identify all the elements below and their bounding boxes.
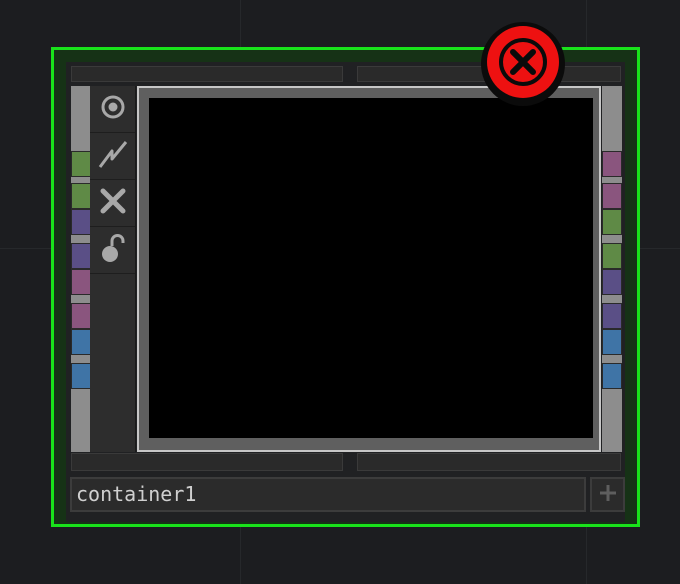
bottom-connector-bar [71, 453, 343, 471]
node-viewer[interactable] [149, 98, 593, 438]
bottom-connector-bar [357, 453, 621, 471]
bypass-button[interactable] [90, 133, 135, 180]
lock-button[interactable] [90, 227, 135, 274]
error-x-icon [485, 24, 561, 104]
input-connector[interactable] [71, 183, 91, 209]
lock-icon [100, 233, 126, 267]
node-body: container1 [66, 62, 625, 522]
input-connector[interactable] [71, 243, 91, 269]
output-connector[interactable] [602, 243, 622, 269]
container-node[interactable]: container1 [51, 47, 640, 527]
input-connector[interactable] [71, 303, 91, 329]
output-connector[interactable] [602, 329, 622, 355]
output-connector[interactable] [602, 183, 622, 209]
node-toolbar [90, 86, 136, 452]
add-button[interactable] [590, 477, 625, 512]
viewer-frame [137, 86, 601, 452]
output-connector[interactable] [602, 303, 622, 329]
output-connector[interactable] [602, 151, 622, 177]
input-connectors [71, 86, 91, 452]
error-badge[interactable] [481, 22, 565, 106]
input-connector[interactable] [71, 209, 91, 235]
viewer-border [139, 88, 599, 450]
output-connector[interactable] [602, 269, 622, 295]
output-connectors [602, 86, 622, 452]
close-icon [100, 188, 126, 218]
network-canvas[interactable]: container1 [0, 0, 680, 584]
node-name-field[interactable]: container1 [70, 477, 586, 512]
top-connector-bar [71, 66, 343, 82]
clear-button[interactable] [90, 180, 135, 227]
bypass-icon [98, 139, 128, 173]
input-connector[interactable] [71, 269, 91, 295]
input-connector[interactable] [71, 363, 91, 389]
viewer-toggle-button[interactable] [90, 86, 135, 133]
output-connector[interactable] [602, 209, 622, 235]
output-connector[interactable] [602, 363, 622, 389]
input-connector[interactable] [71, 151, 91, 177]
viewer-toggle-icon [100, 94, 126, 124]
plus-icon [598, 483, 618, 507]
input-connector[interactable] [71, 329, 91, 355]
